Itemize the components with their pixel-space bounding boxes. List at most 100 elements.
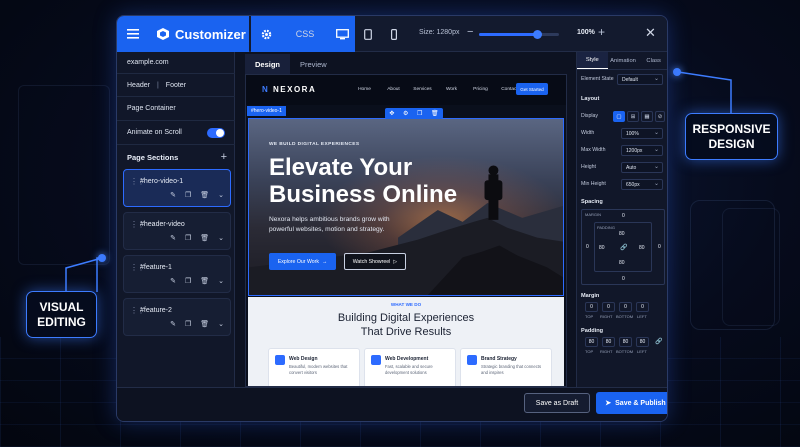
preview-canvas: N NEXORA Home About Services Work Pricin…: [245, 74, 567, 387]
desktop-view-button[interactable]: [329, 16, 355, 52]
max-width-input[interactable]: 1200px: [621, 145, 663, 156]
padding-right-value[interactable]: 80: [639, 245, 645, 251]
header-link[interactable]: Header: [127, 82, 150, 89]
trash-icon[interactable]: 🗑: [431, 110, 439, 117]
chevron-down-icon[interactable]: ⌄: [218, 320, 224, 328]
trash-icon[interactable]: 🗑: [200, 234, 209, 242]
chevron-down-icon[interactable]: ⌄: [218, 234, 224, 242]
watch-showreel-label: Watch Showreel: [352, 258, 391, 265]
feature-card-desc: Beautiful, modern websites that convert …: [289, 364, 348, 375]
section-item[interactable]: ⋮⋮ #hero-video-1 ✎ ❐ 🗑 ⌄: [123, 169, 231, 207]
chevron-down-icon[interactable]: ⌄: [218, 191, 224, 199]
edit-icon[interactable]: ✎: [170, 191, 176, 199]
nav-link[interactable]: Services: [408, 87, 437, 92]
margin-top-input[interactable]: 0: [585, 302, 598, 312]
copy-icon[interactable]: ❐: [417, 110, 422, 117]
padding-top-input[interactable]: 80: [585, 337, 598, 347]
trash-icon[interactable]: 🗑: [200, 320, 209, 328]
add-section-button[interactable]: +: [221, 151, 227, 163]
feature-card[interactable]: Web Development Fast, scalable and secur…: [364, 348, 456, 386]
padding-top-value[interactable]: 80: [619, 231, 625, 237]
nav-link[interactable]: About: [379, 87, 408, 92]
arrow-right-icon: →: [321, 258, 328, 265]
duplicate-icon[interactable]: ❐: [185, 320, 191, 328]
page-container-row[interactable]: Page Container: [117, 97, 235, 121]
nav-link[interactable]: Pricing: [466, 87, 495, 92]
features-section[interactable]: WHAT WE DO Building Digital Experiences …: [248, 297, 564, 386]
padding-left-input[interactable]: 80: [636, 337, 649, 347]
display-grid-button[interactable]: ▦: [641, 111, 653, 122]
responsive-design-callout: RESPONSIVE DESIGN: [685, 113, 778, 160]
section-item[interactable]: ⋮⋮ #feature-2 ✎ ❐ 🗑 ⌄: [123, 298, 231, 336]
link-icon[interactable]: 🔗: [655, 338, 662, 345]
feature-card[interactable]: Web Design Beautiful, modern websites th…: [268, 348, 360, 386]
padding-left-value[interactable]: 80: [599, 245, 605, 251]
tab-class[interactable]: Class: [638, 52, 667, 69]
tablet-view-button[interactable]: [355, 16, 381, 52]
edit-icon[interactable]: ✎: [170, 234, 176, 242]
margin-right-input[interactable]: 0: [602, 302, 615, 312]
padding-right-input[interactable]: 80: [602, 337, 615, 347]
tab-style[interactable]: Style: [577, 52, 608, 69]
nav-link[interactable]: Home: [350, 87, 379, 92]
display-block-button[interactable]: ▢: [613, 111, 625, 122]
padding-bottom-input[interactable]: 80: [619, 337, 632, 347]
height-input[interactable]: Auto: [621, 162, 663, 173]
display-flex-button[interactable]: ⊞: [627, 111, 639, 122]
duplicate-icon[interactable]: ❐: [185, 277, 191, 285]
zoom-slider-handle[interactable]: [532, 30, 542, 39]
duplicate-icon[interactable]: ❐: [185, 191, 191, 199]
section-name: #feature-2: [140, 307, 172, 314]
feature-card[interactable]: Brand Strategy Strategic branding that c…: [460, 348, 552, 386]
logo-mark-icon: N: [262, 85, 273, 94]
explore-work-button[interactable]: Explore Our Work →: [269, 253, 336, 270]
margin-bottom-value[interactable]: 0: [622, 276, 625, 282]
margin-left-value[interactable]: 0: [586, 244, 589, 250]
duplicate-icon[interactable]: ❐: [185, 234, 191, 242]
link-icon[interactable]: 🔗: [620, 244, 627, 251]
mobile-view-button[interactable]: [381, 16, 407, 52]
move-icon[interactable]: ✥: [389, 110, 394, 117]
get-started-button[interactable]: Get Started: [516, 83, 548, 95]
animate-toggle[interactable]: [207, 127, 225, 138]
section-item[interactable]: ⋮⋮ #header-video ✎ ❐ 🗑 ⌄: [123, 212, 231, 250]
min-height-input[interactable]: 650px: [621, 179, 663, 190]
display-options: ▢ ⊞ ▦ ⊘: [613, 111, 665, 122]
nav-link[interactable]: Work: [437, 87, 466, 92]
hero-section[interactable]: #hero-video-1 ✥ ⚙ ❐ 🗑 WE BUILD DIGITAL E…: [247, 106, 564, 296]
margin-bottom-input[interactable]: 0: [619, 302, 632, 312]
design-icon: [275, 355, 285, 365]
margin-right-value[interactable]: 0: [658, 244, 661, 250]
padding-bottom-value[interactable]: 80: [619, 260, 625, 266]
page-sections-header: Page Sections +: [117, 145, 235, 169]
edit-icon[interactable]: ✎: [170, 320, 176, 328]
width-input[interactable]: 100%: [621, 128, 663, 139]
display-none-button[interactable]: ⊘: [655, 111, 665, 122]
footer-link[interactable]: Footer: [166, 82, 186, 89]
menu-button[interactable]: [117, 16, 149, 52]
save-publish-button[interactable]: ➤ Save & Publish: [596, 392, 667, 414]
edit-icon[interactable]: ✎: [170, 277, 176, 285]
trash-icon[interactable]: 🗑: [200, 191, 209, 199]
mobile-icon: [391, 28, 397, 40]
zoom-out-button[interactable]: −: [467, 26, 473, 38]
chevron-down-icon[interactable]: ⌄: [218, 277, 224, 285]
site-logo[interactable]: N NEXORA: [262, 85, 316, 94]
watch-showreel-button[interactable]: Watch Showreel ▷: [344, 253, 406, 270]
settings-button[interactable]: [251, 16, 281, 52]
element-state-select[interactable]: Default: [617, 74, 663, 85]
zoom-slider[interactable]: [479, 30, 559, 39]
domain-row[interactable]: example.com: [117, 52, 235, 74]
close-button[interactable]: ✕: [645, 25, 656, 41]
side-label: TOP: [585, 349, 594, 354]
margin-left-input[interactable]: 0: [636, 302, 649, 312]
settings-icon[interactable]: ⚙: [403, 110, 408, 117]
feature-card-desc: Strategic branding that connects and ins…: [481, 364, 542, 375]
section-item[interactable]: ⋮⋮ #feature-1 ✎ ❐ 🗑 ⌄: [123, 255, 231, 293]
tab-animation[interactable]: Animation: [608, 52, 639, 69]
margin-top-value[interactable]: 0: [622, 213, 625, 219]
trash-icon[interactable]: 🗑: [200, 277, 209, 285]
save-draft-button[interactable]: Save as Draft: [524, 393, 590, 413]
zoom-in-button[interactable]: +: [598, 25, 605, 39]
css-button[interactable]: CSS: [281, 16, 329, 52]
